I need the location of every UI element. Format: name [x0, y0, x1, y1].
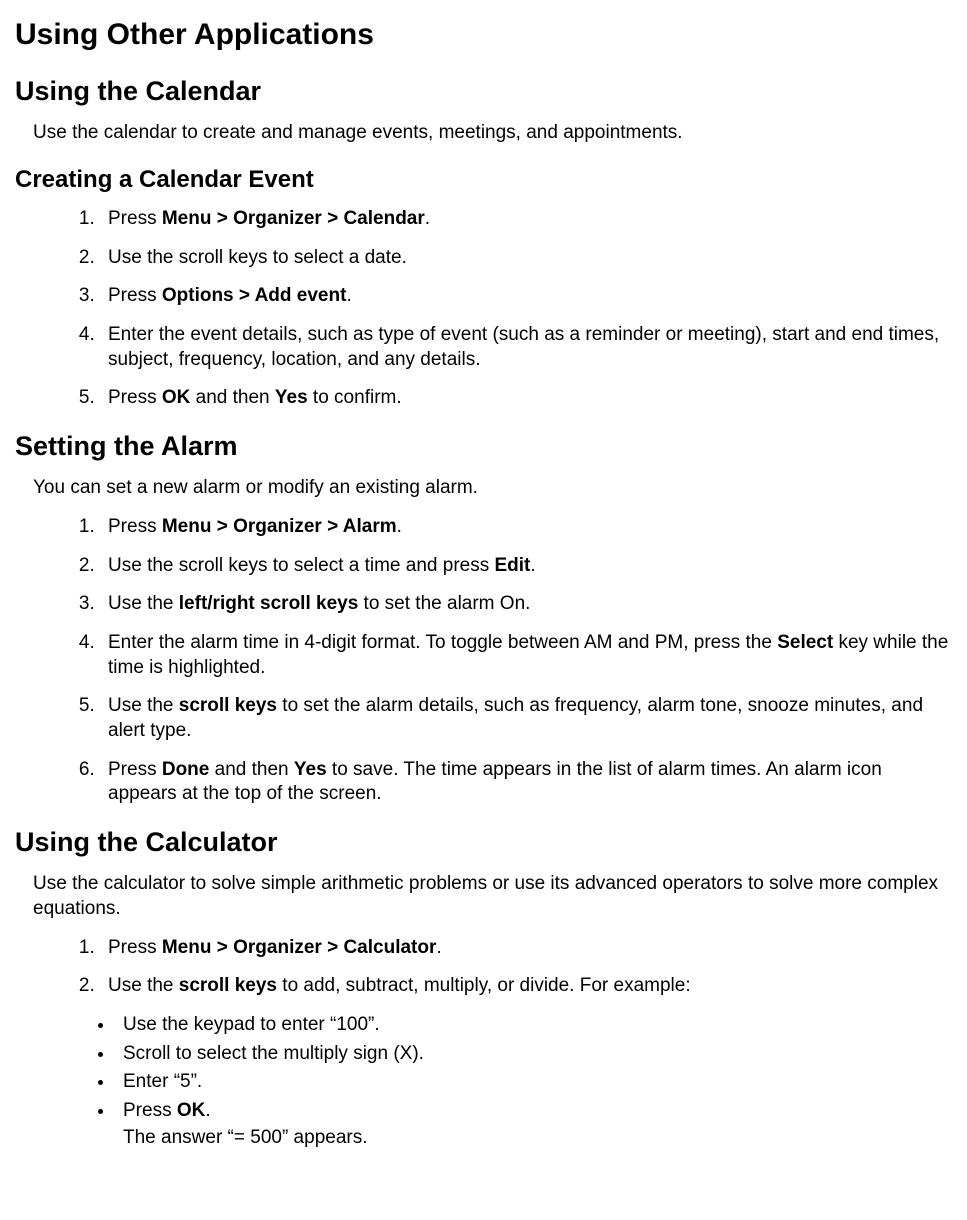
bold-text: Edit — [495, 555, 531, 576]
calculator-steps: Press Menu > Organizer > Calculator. Use… — [65, 936, 952, 999]
text: Press — [108, 387, 162, 408]
text: . — [436, 937, 441, 958]
text: Use the — [108, 695, 179, 716]
calendar-steps: Press Menu > Organizer > Calendar. Use t… — [65, 207, 952, 411]
calendar-event-heading: Creating a Calendar Event — [15, 164, 952, 195]
alarm-steps: Press Menu > Organizer > Alarm. Use the … — [65, 515, 952, 807]
alarm-intro: You can set a new alarm or modify an exi… — [33, 476, 952, 501]
bold-text: Yes — [294, 759, 327, 780]
list-item: Scroll to select the multiply sign (X). — [115, 1042, 952, 1067]
list-item: Press Menu > Organizer > Alarm. — [100, 515, 952, 540]
list-item: Use the scroll keys to add, subtract, mu… — [100, 974, 952, 999]
bold-text: Menu > Organizer > Calendar — [162, 208, 425, 229]
bold-text: OK — [177, 1100, 206, 1121]
text: . — [346, 285, 351, 306]
alarm-heading: Setting the Alarm — [15, 429, 952, 464]
list-item: Press Menu > Organizer > Calculator. — [100, 936, 952, 961]
text: Press — [108, 208, 162, 229]
text: Press — [108, 759, 162, 780]
bold-text: scroll keys — [179, 695, 277, 716]
bold-text: scroll keys — [179, 975, 277, 996]
list-item: Press Menu > Organizer > Calendar. — [100, 207, 952, 232]
bold-text: left/right scroll keys — [179, 593, 359, 614]
calculator-heading: Using the Calculator — [15, 825, 952, 860]
text: Press — [108, 285, 162, 306]
list-item: Use the scroll keys to select a date. — [100, 246, 952, 271]
calculator-intro: Use the calculator to solve simple arith… — [33, 872, 952, 921]
list-item: Press OK and then Yes to confirm. — [100, 386, 952, 411]
text: Press — [108, 516, 162, 537]
page-title: Using Other Applications — [15, 15, 952, 54]
bold-text: Options > Add event — [162, 285, 347, 306]
calendar-intro: Use the calendar to create and manage ev… — [33, 121, 952, 146]
calculator-bullets: Use the keypad to enter “100”. Scroll to… — [80, 1013, 952, 1150]
list-item: Press Options > Add event. — [100, 284, 952, 309]
text: Press — [108, 937, 162, 958]
text: Press — [123, 1100, 177, 1121]
text: to confirm. — [308, 387, 402, 408]
list-item: Press Done and then Yes to save. The tim… — [100, 758, 952, 807]
list-item: Enter the alarm time in 4-digit format. … — [100, 631, 952, 680]
list-item: Enter the event details, such as type of… — [100, 323, 952, 372]
list-item: Use the left/right scroll keys to set th… — [100, 592, 952, 617]
text: Use the scroll keys to select a time and… — [108, 555, 495, 576]
text: . — [397, 516, 402, 537]
list-item: Use the scroll keys to set the alarm det… — [100, 694, 952, 743]
text: and then — [209, 759, 294, 780]
text: and then — [190, 387, 275, 408]
text: Enter the alarm time in 4-digit format. … — [108, 632, 777, 653]
list-item: Enter “5”. — [115, 1070, 952, 1095]
bold-text: Done — [162, 759, 210, 780]
calendar-heading: Using the Calendar — [15, 74, 952, 109]
text: The answer “= 500” appears. — [123, 1126, 952, 1151]
list-item: Use the scroll keys to select a time and… — [100, 554, 952, 579]
list-item: Use the keypad to enter “100”. — [115, 1013, 952, 1038]
text: to add, subtract, multiply, or divide. F… — [277, 975, 691, 996]
bold-text: Yes — [275, 387, 308, 408]
text: Use the — [108, 593, 179, 614]
text: Use the — [108, 975, 179, 996]
bold-text: OK — [162, 387, 191, 408]
bold-text: Select — [777, 632, 833, 653]
list-item: Press OK. The answer “= 500” appears. — [115, 1099, 952, 1150]
text: . — [530, 555, 535, 576]
bold-text: Menu > Organizer > Alarm — [162, 516, 397, 537]
bold-text: Menu > Organizer > Calculator — [162, 937, 437, 958]
text: . — [425, 208, 430, 229]
text: . — [205, 1100, 210, 1121]
text: to set the alarm On. — [358, 593, 530, 614]
